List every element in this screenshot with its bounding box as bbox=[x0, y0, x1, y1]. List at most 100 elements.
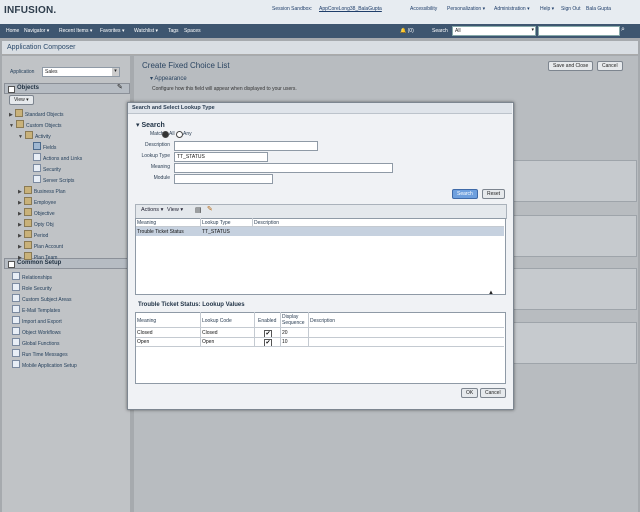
nav-item[interactable]: Watchlist ▾ bbox=[134, 28, 158, 34]
search-section-header[interactable]: ▾ Search bbox=[136, 121, 165, 129]
appearance-header[interactable]: ▾ Appearance bbox=[150, 75, 187, 82]
field-input[interactable] bbox=[174, 141, 318, 151]
field-input[interactable] bbox=[174, 174, 273, 184]
reset-button[interactable]: Reset bbox=[482, 189, 506, 199]
column-header[interactable]: Meaning bbox=[137, 318, 156, 324]
table-row[interactable] bbox=[136, 227, 504, 236]
application-value: Sales bbox=[45, 69, 58, 75]
common-setup-item[interactable]: E-Mail Templates bbox=[12, 305, 60, 314]
tree-item[interactable]: ▼ Custom Objects bbox=[9, 120, 62, 129]
field-input[interactable] bbox=[174, 163, 393, 173]
column-header[interactable]: Enabled bbox=[258, 318, 276, 324]
nav-item[interactable]: Spaces bbox=[184, 28, 201, 34]
tree-item[interactable]: ▶ Plan Team bbox=[18, 252, 57, 261]
document-icon bbox=[33, 142, 41, 150]
setup-icon bbox=[12, 294, 20, 302]
common-setup-item[interactable]: Run Time Messages bbox=[12, 349, 68, 358]
table-cell: 10 bbox=[282, 339, 288, 345]
save-and-close-button[interactable]: Save and Close bbox=[548, 61, 594, 71]
collapsed-icon[interactable]: ▶ bbox=[18, 200, 22, 206]
column-divider bbox=[280, 312, 281, 346]
tree-item[interactable]: Actions and Links bbox=[27, 153, 82, 162]
tree-item[interactable]: ▼ Activity bbox=[18, 131, 51, 140]
collapsed-icon[interactable]: ▶ bbox=[9, 112, 13, 118]
column-header[interactable]: Display Sequence bbox=[282, 314, 308, 326]
lookup-values-title: Trouble Ticket Status: Lookup Values bbox=[138, 302, 245, 308]
search-button[interactable]: Search bbox=[452, 189, 478, 199]
header-link[interactable]: Personalization ▾ bbox=[447, 6, 485, 12]
folder-icon bbox=[23, 241, 32, 249]
common-setup-item[interactable]: Import and Export bbox=[12, 316, 62, 325]
tree-item[interactable]: ▶ Period bbox=[18, 230, 48, 239]
collapsed-icon[interactable]: ▶ bbox=[18, 255, 22, 261]
nav-item[interactable]: Tags bbox=[168, 28, 179, 34]
nav-item[interactable]: Favorites ▾ bbox=[100, 28, 124, 34]
objects-section-header[interactable]: Objects bbox=[4, 83, 130, 94]
common-setup-label: E-Mail Templates bbox=[22, 308, 61, 314]
nav-item[interactable]: Home bbox=[6, 28, 19, 34]
view-menu-button[interactable]: View ▾ bbox=[167, 207, 183, 213]
match-any-radio[interactable] bbox=[176, 131, 183, 138]
common-setup-item[interactable]: Role Security bbox=[12, 283, 52, 292]
common-setup-item[interactable]: Global Functions bbox=[12, 338, 60, 347]
collapsed-icon[interactable]: ▶ bbox=[18, 211, 22, 217]
folder-icon bbox=[23, 230, 32, 238]
common-setup-item[interactable]: Object Workflows bbox=[12, 327, 61, 336]
header-link[interactable]: Administration ▾ bbox=[494, 6, 530, 12]
chevron-down-icon: ▾ bbox=[531, 27, 534, 33]
tree-item[interactable]: ▶ Business Plan bbox=[18, 186, 66, 195]
search-scope-select[interactable]: All ▾ bbox=[452, 26, 536, 36]
table-cell: Closed bbox=[202, 330, 218, 336]
expand-icon[interactable]: ▼ bbox=[9, 123, 14, 129]
collapsed-icon[interactable]: ▶ bbox=[18, 244, 22, 250]
tree-item[interactable]: Server Scripts bbox=[27, 175, 74, 184]
expand-icon[interactable]: ▼ bbox=[18, 134, 23, 140]
global-search-input[interactable] bbox=[538, 26, 620, 36]
global-header bbox=[0, 0, 640, 24]
collapsed-icon[interactable]: ▶ bbox=[18, 233, 22, 239]
column-divider bbox=[308, 312, 309, 346]
view-menu-button[interactable]: View ▾ bbox=[9, 95, 34, 105]
tree-item[interactable]: ▶ Employee bbox=[18, 197, 56, 206]
common-setup-item[interactable]: Mobile Application Setup bbox=[12, 360, 77, 369]
collapsed-icon[interactable]: ▶ bbox=[18, 189, 22, 195]
column-header[interactable]: Description bbox=[310, 318, 335, 324]
header-link[interactable]: Sign Out bbox=[561, 6, 580, 12]
tree-item[interactable]: ▶ Opty Obj bbox=[18, 219, 54, 228]
tree-item[interactable]: Fields bbox=[27, 142, 56, 151]
edit-icon[interactable]: ✎ bbox=[117, 83, 125, 91]
match-all-radio[interactable] bbox=[162, 131, 169, 138]
match-all-label: All bbox=[169, 131, 175, 137]
collapsed-icon[interactable]: ▶ bbox=[18, 222, 22, 228]
notifications-badge[interactable]: 🔔 (0) bbox=[400, 28, 414, 34]
header-link[interactable]: AppCoreLong38_BalaGupta bbox=[319, 6, 382, 12]
header-divider bbox=[136, 327, 504, 328]
tree-item[interactable]: ▶ Plan Account bbox=[18, 241, 63, 250]
tree-item[interactable]: ▶ Objective bbox=[18, 208, 55, 217]
application-select[interactable]: Sales ▾ bbox=[42, 67, 120, 77]
actions-menu-button[interactable]: Actions ▾ bbox=[141, 207, 163, 213]
setup-icon bbox=[12, 338, 20, 346]
detach-icon[interactable]: ▤ bbox=[195, 206, 202, 214]
common-setup-item[interactable]: Relationships bbox=[12, 272, 52, 281]
row-divider bbox=[136, 337, 504, 338]
column-header[interactable]: Lookup Code bbox=[202, 318, 232, 324]
nav-item[interactable]: Recent Items ▾ bbox=[59, 28, 92, 34]
field-input[interactable]: TT_STATUS bbox=[174, 152, 268, 162]
header-link[interactable]: Help ▾ bbox=[540, 6, 554, 12]
edit-icon[interactable]: ✎ bbox=[207, 205, 213, 213]
tree-item[interactable]: Security bbox=[27, 164, 61, 173]
common-setup-item[interactable]: Custom Subject Areas bbox=[12, 294, 71, 303]
setup-icon bbox=[12, 349, 20, 357]
cancel-button[interactable]: Cancel bbox=[597, 61, 623, 71]
appearance-label: Appearance bbox=[154, 76, 187, 82]
ok-button[interactable]: OK bbox=[461, 388, 479, 398]
resize-handle-icon[interactable]: ▲ bbox=[488, 290, 494, 296]
search-icon[interactable]: ⌕ bbox=[621, 26, 631, 35]
header-link[interactable]: Accessibility bbox=[410, 6, 437, 12]
appearance-description: Configure how this field will appear whe… bbox=[152, 86, 297, 92]
nav-item[interactable]: Navigator ▾ bbox=[24, 28, 49, 34]
table-cell: Trouble Ticket Status bbox=[137, 229, 184, 235]
tree-item[interactable]: ▶ Standard Objects bbox=[9, 109, 64, 118]
cancel-button[interactable]: Cancel bbox=[480, 388, 506, 398]
